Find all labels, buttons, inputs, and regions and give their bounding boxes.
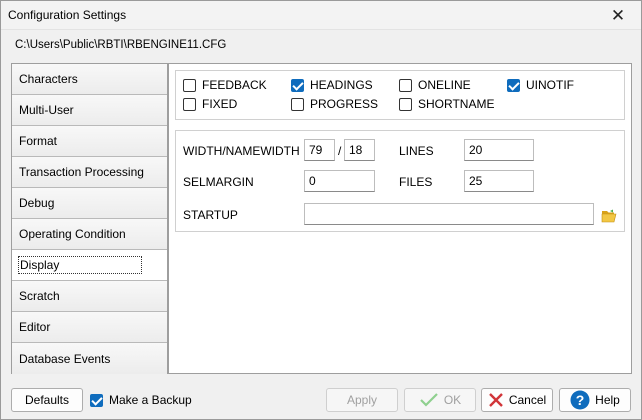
namewidth-field[interactable]: 18 [344,139,375,161]
tab-display[interactable]: Display [12,250,167,281]
settings-tab-list: Characters Multi-User Format Transaction… [11,63,168,374]
tab-label: Scratch [19,289,60,303]
oneline-checkbox[interactable]: ONELINE [399,78,471,92]
tab-format[interactable]: Format [12,126,167,157]
tab-label: Operating Condition [19,227,126,241]
fixed-checkbox[interactable]: FIXED [183,97,237,111]
tab-operating-condition[interactable]: Operating Condition [12,219,167,250]
display-settings-panel: FEEDBACK HEADINGS ONELINE UINOTIF FIXED … [168,63,632,374]
display-values-group: WIDTH/NAMEWIDTH 79 / 18 LINES 20 SELMARG… [175,130,625,232]
make-backup-checkbox[interactable]: Make a Backup [90,393,192,407]
display-options-group: FEEDBACK HEADINGS ONELINE UINOTIF FIXED … [175,70,625,120]
tab-scratch[interactable]: Scratch [12,281,167,312]
cancel-x-icon [488,393,504,407]
tab-editor[interactable]: Editor [12,312,167,343]
tab-label: Database Events [19,351,111,366]
tab-debug[interactable]: Debug [12,188,167,219]
help-icon: ? [570,390,590,410]
checkbox-label: FEEDBACK [202,78,267,92]
lines-field[interactable]: 20 [464,139,534,161]
tab-label: Debug [19,196,55,210]
shortname-checkbox[interactable]: SHORTNAME [399,97,494,111]
files-field[interactable]: 25 [464,170,534,192]
tab-label: Multi-User [19,103,74,117]
checkbox-box [507,78,520,92]
checkbox-box [399,97,412,111]
svg-text:?: ? [576,392,585,408]
checkbox-label: HEADINGS [310,78,373,92]
ok-button[interactable]: OK [404,388,476,412]
tab-characters[interactable]: Characters [12,64,167,95]
progress-checkbox[interactable]: PROGRESS [291,97,378,111]
tab-label: Format [19,134,58,148]
tab-label: Editor [19,320,51,334]
title-bar: Configuration Settings ✕ [1,1,641,30]
checkbox-box [183,97,196,111]
startup-label: STARTUP [183,208,238,222]
checkbox-box [291,97,304,111]
config-file-path: C:\Users\Public\RBTI\RBENGINE11.CFG [15,39,227,51]
apply-button[interactable]: Apply [326,388,398,412]
ok-label: OK [443,393,462,407]
defaults-button[interactable]: Defaults [11,388,83,412]
width-namewidth-label: WIDTH/NAMEWIDTH [183,144,300,158]
feedback-checkbox[interactable]: FEEDBACK [183,78,267,92]
checkbox-box [399,78,412,92]
apply-label: Apply [346,393,378,407]
tab-label: Display [18,256,143,274]
close-icon[interactable]: ✕ [595,1,641,30]
checkbox-label: Make a Backup [109,393,192,407]
help-button[interactable]: ? Help [559,388,631,412]
checkbox-box [90,393,103,407]
window-title: Configuration Settings [8,8,127,22]
folder-open-icon[interactable] [601,209,617,223]
checkbox-label: ONELINE [418,78,471,92]
tab-transaction-processing[interactable]: Transaction Processing [12,157,167,188]
files-label: FILES [399,175,433,189]
cancel-button[interactable]: Cancel [481,388,553,412]
checkbox-label: PROGRESS [310,97,379,111]
width-field[interactable]: 79 [304,139,335,161]
checkbox-label: SHORTNAME [418,97,495,111]
lines-label: LINES [399,144,434,158]
cancel-label: Cancel [508,393,547,407]
checkbox-label: UINOTIF [526,78,574,92]
configuration-settings-dialog: Configuration Settings ✕ C:\Users\Public… [0,0,642,420]
tab-database-events[interactable]: Database Events [12,343,167,374]
checkbox-label: FIXED [202,97,238,111]
width-separator: / [338,144,342,158]
checkbox-box [183,78,196,92]
tab-multi-user[interactable]: Multi-User [12,95,167,126]
tab-label: Characters [19,72,78,86]
checkbox-box [291,78,304,92]
help-label: Help [595,393,620,407]
uinotif-checkbox[interactable]: UINOTIF [507,78,574,92]
checkmark-icon [419,393,439,407]
selmargin-label: SELMARGIN [183,175,254,189]
startup-field[interactable] [304,203,594,225]
selmargin-field[interactable]: 0 [304,170,375,192]
tab-label: Transaction Processing [19,165,144,179]
dialog-button-bar: Defaults Make a Backup Apply OK Cancel ?… [1,379,641,419]
headings-checkbox[interactable]: HEADINGS [291,78,373,92]
